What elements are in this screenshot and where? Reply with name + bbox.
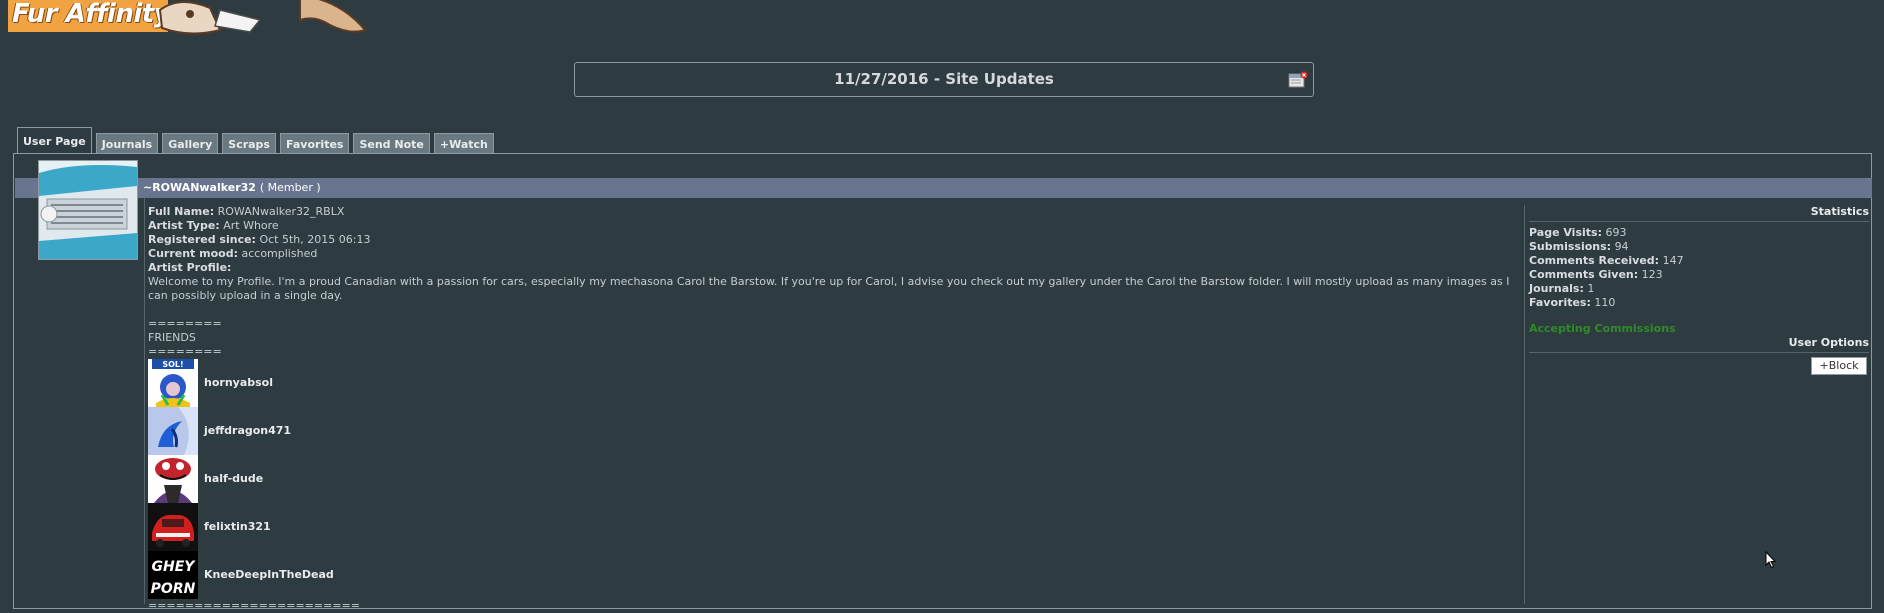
profile-tabs: User Page Journals Gallery Scraps Favori… [17,127,498,154]
tab-user-page[interactable]: User Page [17,127,92,154]
user-role: ( Member ) [259,181,321,194]
submissions-row: Submissions: 94 [1529,240,1869,254]
journals-label: Journals: [1529,282,1584,295]
friend-avatar-text-2: PORN [151,581,196,597]
submissions-label: Submissions: [1529,240,1612,253]
block-button[interactable]: +Block [1811,357,1867,375]
mouse-cursor-icon [1765,551,1777,569]
divider-top: ======== [148,317,222,330]
full-name-label: Full Name: [148,205,215,218]
comments-given-label: Comments Given: [1529,268,1639,281]
list-item[interactable]: half-dude [148,455,1513,503]
artist-profile-row: Artist Profile: [148,261,1513,275]
bio-text: Welcome to my Profile. I'm a proud Canad… [148,275,1510,302]
journals-value: 1 [1587,282,1595,295]
mood-label: Current mood: [148,247,238,260]
list-item[interactable]: SOL! hornyabsol [148,359,1513,407]
user-options-heading: User Options [1529,336,1869,353]
site-notice-banner[interactable]: 11/27/2016 - Site Updates [574,62,1314,97]
friend-name[interactable]: half-dude [204,472,263,486]
page-visits-label: Page Visits: [1529,226,1602,239]
svg-text:SOL!: SOL! [162,360,183,369]
profile-divider-left [144,198,145,604]
comments-given-row: Comments Given: 123 [1529,268,1869,282]
avatar[interactable] [38,160,138,260]
page-visits-value: 693 [1605,226,1627,239]
tab-favorites[interactable]: Favorites [279,133,350,154]
profile-info: Full Name: ROWANwalker32_RBLX Artist Typ… [148,205,1513,613]
statistics-panel: Statistics Page Visits: 693 Submissions:… [1529,205,1869,375]
commission-status: Accepting Commissions [1529,322,1676,335]
avatar-image [39,161,137,259]
submissions-value: 94 [1614,240,1629,253]
registered-label: Registered since: [148,233,256,246]
artist-type-row: Artist Type: Art Whore [148,219,1513,233]
friend-name[interactable]: hornyabsol [204,376,273,390]
profile-divider-right [1524,205,1525,604]
full-name-row: Full Name: ROWANwalker32_RBLX [148,205,1513,219]
friends-heading: FRIENDS [148,331,196,344]
friends-list: SOL! hornyabsol jeffdragon471 half-dude … [148,359,1513,599]
list-item[interactable]: jeffdragon471 [148,407,1513,455]
friend-avatar[interactable] [148,407,198,455]
mood-value: accomplished [241,247,318,260]
artist-type-value: Art Whore [223,219,279,232]
notice-title[interactable]: 11/27/2016 - Site Updates [834,70,1054,88]
tab-scraps[interactable]: Scraps [222,133,276,154]
friend-avatar[interactable]: GHEY PORN [148,551,198,599]
friend-name[interactable]: KneeDeepInTheDead [204,568,334,582]
statistics-heading: Statistics [1529,205,1869,222]
logo-text: Fur Affinity [12,0,171,29]
username[interactable]: ~ROWANwalker32 [143,181,256,194]
favorites-row: Favorites: 110 [1529,296,1869,310]
comments-received-label: Comments Received: [1529,254,1660,267]
divider-mid: ======== [148,345,222,358]
friend-name[interactable]: felixtin321 [204,520,271,534]
favorites-label: Favorites: [1529,296,1591,309]
friend-avatar-text-1: GHEY [152,559,197,575]
friend-avatar[interactable] [148,455,198,503]
tab-gallery[interactable]: Gallery [162,133,219,154]
site-logo[interactable]: Fur Affinity [0,0,380,40]
comments-received-row: Comments Received: 147 [1529,254,1869,268]
user-name-bar: ~ROWANwalker32 ( Member ) [15,178,1872,198]
tab-journals[interactable]: Journals [95,133,159,154]
artist-type-label: Artist Type: [148,219,220,232]
journals-row: Journals: 1 [1529,282,1869,296]
registered-row: Registered since: Oct 5th, 2015 06:13 [148,233,1513,247]
favorites-value: 110 [1594,296,1616,309]
friend-name[interactable]: jeffdragon471 [204,424,291,438]
list-item[interactable]: GHEY PORN KneeDeepInTheDead [148,551,1513,599]
full-name-value: ROWANwalker32_RBLX [217,205,345,218]
comments-given-value: 123 [1641,268,1663,281]
registered-value: Oct 5th, 2015 06:13 [259,233,371,246]
mood-row: Current mood: accomplished [148,247,1513,261]
artist-profile-label: Artist Profile: [148,261,232,274]
list-item[interactable]: felixtin321 [148,503,1513,551]
friend-avatar[interactable] [148,503,198,551]
username-header: ~ROWANwalker32 ( Member ) [143,178,321,198]
tab-send-note[interactable]: Send Note [353,133,430,154]
page-visits-row: Page Visits: 693 [1529,226,1869,240]
mascot-illustration [158,0,367,35]
comments-received-value: 147 [1662,254,1684,267]
calendar-close-icon[interactable] [1288,71,1308,89]
friend-avatar[interactable]: SOL! [148,359,198,407]
tab-watch[interactable]: +Watch [433,133,494,154]
